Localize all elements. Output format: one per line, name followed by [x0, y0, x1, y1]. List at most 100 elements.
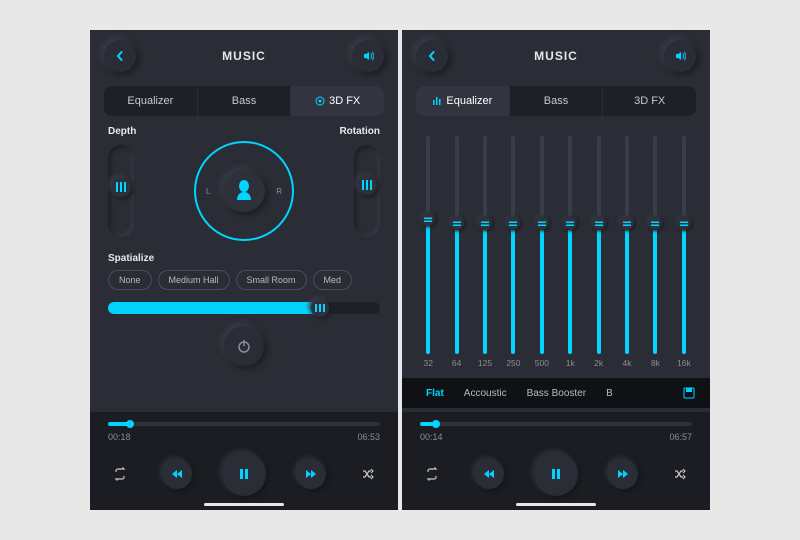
play-pause-button[interactable]	[222, 452, 266, 496]
screen-3dfx: MUSIC Equalizer Bass 3D FX Depth Rotatio…	[90, 30, 398, 510]
tab-3dfx[interactable]: 3D FX	[602, 86, 696, 116]
spatialize-option[interactable]: Medium Hall	[158, 270, 230, 290]
rewind-icon	[171, 469, 183, 479]
chevron-left-icon	[115, 51, 125, 61]
preset-option[interactable]: Bass Booster	[517, 388, 596, 399]
band-freq-label: 125	[478, 358, 492, 368]
player-bar: 00:14 06:57	[402, 412, 710, 510]
spatialize-option[interactable]: Med	[313, 270, 353, 290]
save-preset-button[interactable]	[682, 386, 696, 400]
band-freq-label: 250	[506, 358, 520, 368]
prev-button[interactable]	[474, 459, 504, 489]
eq-band[interactable]: 1k	[558, 136, 582, 368]
band-freq-label: 16k	[677, 358, 691, 368]
dial-knob[interactable]	[223, 170, 265, 212]
eq-band-group: 32 64 125 250 500 1k 2k 4k 8k 16k	[416, 132, 696, 372]
header: MUSIC	[402, 30, 710, 80]
dial-right-label: R	[276, 187, 282, 196]
screen-equalizer: MUSIC Equalizer Bass 3D FX 32 64 125 250 500…	[402, 30, 710, 510]
repeat-button[interactable]	[420, 462, 444, 486]
volume-button[interactable]	[664, 40, 696, 72]
repeat-button[interactable]	[108, 462, 132, 486]
eq-band[interactable]: 125	[473, 136, 497, 368]
eq-band[interactable]: 250	[501, 136, 525, 368]
eq-band[interactable]: 64	[444, 136, 468, 368]
page-title: MUSIC	[222, 49, 266, 63]
depth-label: Depth	[108, 126, 136, 137]
band-freq-label: 1k	[566, 358, 575, 368]
tab-equalizer[interactable]: Equalizer	[416, 86, 509, 116]
pause-icon	[549, 467, 563, 481]
eq-band[interactable]: 8k	[643, 136, 667, 368]
power-button[interactable]	[224, 326, 264, 366]
next-button[interactable]	[608, 459, 638, 489]
band-freq-label: 4k	[623, 358, 632, 368]
repeat-icon	[113, 467, 127, 481]
dial-left-label: L	[206, 187, 210, 196]
prev-button[interactable]	[162, 459, 192, 489]
home-indicator	[516, 503, 596, 506]
band-freq-label: 32	[423, 358, 432, 368]
effect-tabs: Equalizer Bass 3D FX	[104, 86, 384, 116]
spatialize-label: Spatialize	[90, 249, 398, 270]
next-button[interactable]	[296, 459, 326, 489]
tab-bass[interactable]: Bass	[509, 86, 603, 116]
preset-option[interactable]: Flat	[416, 388, 454, 399]
tab-3dfx[interactable]: 3D FX	[290, 86, 384, 116]
pause-icon	[237, 467, 251, 481]
speaker-icon	[362, 50, 374, 62]
rotation-label: Rotation	[339, 126, 380, 137]
play-pause-button[interactable]	[534, 452, 578, 496]
chevron-left-icon	[427, 51, 437, 61]
shuffle-button[interactable]	[356, 462, 380, 486]
band-freq-label: 64	[452, 358, 461, 368]
fx-labels: Depth Rotation	[90, 126, 398, 141]
band-freq-label: 8k	[651, 358, 660, 368]
effect-tabs: Equalizer Bass 3D FX	[416, 86, 696, 116]
spatialize-options: None Medium Hall Small Room Med	[90, 270, 398, 298]
eq-band[interactable]: 16k	[672, 136, 696, 368]
eq-band[interactable]: 2k	[586, 136, 610, 368]
forward-icon	[305, 469, 317, 479]
preset-option[interactable]: B	[596, 388, 623, 399]
preset-option[interactable]: Accoustic	[454, 388, 517, 399]
time-total: 06:57	[669, 432, 692, 442]
eq-band[interactable]: 32	[416, 136, 440, 368]
home-indicator	[204, 503, 284, 506]
band-freq-label: 2k	[594, 358, 603, 368]
page-title: MUSIC	[534, 49, 578, 63]
shuffle-icon	[361, 467, 375, 481]
volume-button[interactable]	[352, 40, 384, 72]
speaker-icon	[674, 50, 686, 62]
time-elapsed: 00:18	[108, 432, 131, 442]
spatialize-option[interactable]: Small Room	[236, 270, 307, 290]
equalizer-icon	[432, 96, 442, 106]
preset-row: FlatAccousticBass BoosterB	[402, 378, 710, 408]
header: MUSIC	[90, 30, 398, 80]
time-total: 06:53	[357, 432, 380, 442]
tab-bass[interactable]: Bass	[197, 86, 291, 116]
progress-slider[interactable]	[108, 422, 380, 426]
spatialize-option[interactable]: None	[108, 270, 152, 290]
head-icon	[234, 178, 254, 200]
eq-band[interactable]: 500	[530, 136, 554, 368]
save-icon	[682, 386, 696, 400]
back-button[interactable]	[416, 40, 448, 72]
shuffle-button[interactable]	[668, 462, 692, 486]
rewind-icon	[483, 469, 495, 479]
player-bar: 00:18 06:53	[90, 412, 398, 510]
surround-dial[interactable]: L R	[194, 141, 294, 241]
time-elapsed: 00:14	[420, 432, 443, 442]
rotation-slider[interactable]	[354, 145, 380, 237]
tab-equalizer[interactable]: Equalizer	[104, 86, 197, 116]
back-button[interactable]	[104, 40, 136, 72]
spatialize-slider[interactable]	[108, 302, 380, 314]
power-icon	[236, 338, 252, 354]
shuffle-icon	[673, 467, 687, 481]
depth-slider[interactable]	[108, 145, 134, 237]
progress-slider[interactable]	[420, 422, 692, 426]
eq-band[interactable]: 4k	[615, 136, 639, 368]
band-freq-label: 500	[535, 358, 549, 368]
target-icon	[315, 96, 325, 106]
repeat-icon	[425, 467, 439, 481]
